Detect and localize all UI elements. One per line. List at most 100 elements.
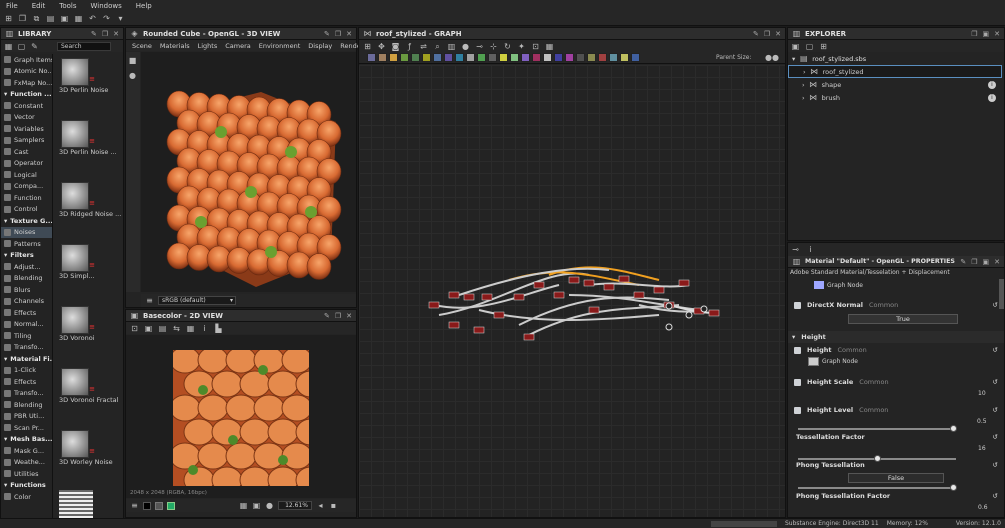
node-atom-icon[interactable] [411, 53, 420, 62]
phong-value-button[interactable]: False [848, 473, 944, 483]
directx-value-button[interactable]: True [848, 314, 958, 324]
light-icon[interactable]: ● [128, 71, 137, 80]
chevron-down-icon[interactable]: ▾ [792, 55, 795, 63]
tab-environment[interactable]: Environment [255, 42, 305, 50]
graph-node[interactable] [678, 279, 690, 287]
node-atom-icon[interactable] [422, 53, 431, 62]
params-icon[interactable]: ⊸ [791, 245, 800, 254]
node-atom-icon[interactable] [532, 53, 541, 62]
info-icon[interactable]: i [806, 245, 815, 254]
explorer-item[interactable]: › ⋈ shape i [788, 78, 1002, 91]
height-checkbox[interactable] [794, 346, 801, 354]
reset-icon[interactable]: ↺ [993, 406, 998, 414]
library-category[interactable]: Transfo... [1, 388, 52, 400]
new-substance-icon[interactable]: ❐ [18, 14, 27, 23]
save-image-icon[interactable]: ▣ [144, 324, 153, 333]
reset-icon[interactable]: ↺ [993, 346, 998, 354]
library-category[interactable]: Function [1, 192, 52, 204]
graph-node[interactable] [463, 293, 475, 301]
output-node[interactable] [665, 323, 673, 331]
close-icon[interactable]: ✕ [775, 30, 781, 38]
lock-icon[interactable]: ▪ [329, 501, 338, 510]
float-icon[interactable]: ▣ [983, 30, 990, 38]
library-category[interactable]: Blending [1, 399, 52, 411]
library-category[interactable]: Constant [1, 100, 52, 112]
close-icon[interactable]: ✕ [346, 312, 352, 320]
tiling-icon[interactable]: ▦ [186, 324, 195, 333]
explorer-item[interactable]: › ⋈ roof_stylized [788, 65, 1002, 78]
node-atom-icon[interactable] [565, 53, 574, 62]
tess-factor-knob[interactable] [949, 484, 957, 491]
maximize-icon[interactable]: ❐ [335, 312, 341, 320]
fit-view-icon[interactable]: ⊡ [531, 42, 540, 51]
height-scale-checkbox[interactable] [794, 378, 801, 386]
phong-factor-value[interactable]: 0.6 [978, 504, 988, 511]
library-category-header[interactable]: ▾ Filters [1, 250, 52, 262]
bg-checker-swatch[interactable] [167, 501, 175, 510]
library-category[interactable]: Noises [1, 226, 52, 238]
pin-icon[interactable]: ✎ [753, 30, 759, 38]
library-category[interactable]: Control [1, 204, 52, 216]
library-category[interactable]: Operator [1, 158, 52, 170]
filter-icon[interactable]: ▦ [4, 42, 13, 51]
node-atom-icon[interactable] [455, 53, 464, 62]
library-category[interactable]: PBR Uti... [1, 411, 52, 423]
library-category[interactable]: Logical [1, 169, 52, 181]
connect-icon[interactable]: ⊸ [475, 42, 484, 51]
graph-node[interactable] [533, 281, 545, 289]
node-atom-icon[interactable] [433, 53, 442, 62]
menu-help[interactable]: Help [136, 2, 152, 10]
copy-icon[interactable]: ▤ [158, 324, 167, 333]
folder-icon[interactable]: ▢ [17, 42, 26, 51]
node-atom-icon[interactable] [576, 53, 585, 62]
graph-node[interactable] [523, 333, 535, 341]
node-atom-icon[interactable] [499, 53, 508, 62]
frame-icon[interactable]: ⊞ [363, 42, 372, 51]
library-category[interactable]: Graph Items [1, 54, 52, 66]
close-icon[interactable]: ✕ [113, 30, 119, 38]
tess-factor-value[interactable]: 16 [978, 445, 986, 452]
pin-icon[interactable]: ✎ [324, 30, 330, 38]
view2d-viewport[interactable] [126, 335, 356, 498]
library-category[interactable]: Scan Pr... [1, 422, 52, 434]
scrollbar[interactable] [999, 279, 1004, 309]
new-graph-icon[interactable]: ⊞ [4, 14, 13, 23]
graph-node[interactable] [633, 291, 645, 299]
align-icon[interactable]: ▥ [447, 42, 456, 51]
height-section[interactable]: ▾ Height [788, 331, 1004, 343]
output-node[interactable] [685, 311, 693, 319]
view-mode-icon[interactable]: ●● [765, 53, 779, 62]
close-icon[interactable]: ✕ [994, 258, 1000, 266]
graph-node[interactable] [481, 293, 493, 301]
node-atom-icon[interactable] [620, 53, 629, 62]
history-dropdown-icon[interactable]: ▾ [116, 14, 125, 23]
info-icon[interactable]: i [200, 324, 209, 333]
maximize-icon[interactable]: ❐ [102, 30, 108, 38]
library-category[interactable]: FxMap No... [1, 77, 52, 89]
library-category[interactable]: Color [1, 491, 52, 503]
library-category[interactable]: Mask G... [1, 445, 52, 457]
graph-node[interactable] [708, 309, 720, 317]
chevron-right-icon[interactable]: › [802, 81, 805, 89]
tab-materials[interactable]: Materials [156, 42, 194, 50]
height-level-slider[interactable] [798, 455, 956, 462]
library-category[interactable]: Normal... [1, 319, 52, 331]
output-node[interactable] [665, 302, 673, 310]
redo-icon[interactable]: ↷ [102, 14, 111, 23]
maximize-icon[interactable]: ❐ [335, 30, 341, 38]
graph-node[interactable] [618, 275, 630, 283]
pin-icon[interactable]: ✎ [91, 30, 97, 38]
library-category[interactable]: Samplers [1, 135, 52, 147]
graph-node[interactable] [583, 279, 595, 287]
library-item[interactable]: ≡ 3D Simpl... [55, 244, 123, 302]
grid-icon[interactable]: ▦ [239, 501, 248, 510]
maximize-icon[interactable]: ❐ [971, 30, 977, 38]
save-icon[interactable]: ▣ [791, 42, 800, 51]
node-atom-icon[interactable] [477, 53, 486, 62]
library-category-header[interactable]: ▾ Mesh Bas... [1, 434, 52, 446]
chevron-right-icon[interactable]: › [803, 68, 806, 76]
chevron-right-icon[interactable]: › [802, 94, 805, 102]
graph-node[interactable] [588, 306, 600, 314]
float-icon[interactable]: ▣ [983, 258, 990, 266]
bg-black-swatch[interactable] [143, 501, 151, 510]
